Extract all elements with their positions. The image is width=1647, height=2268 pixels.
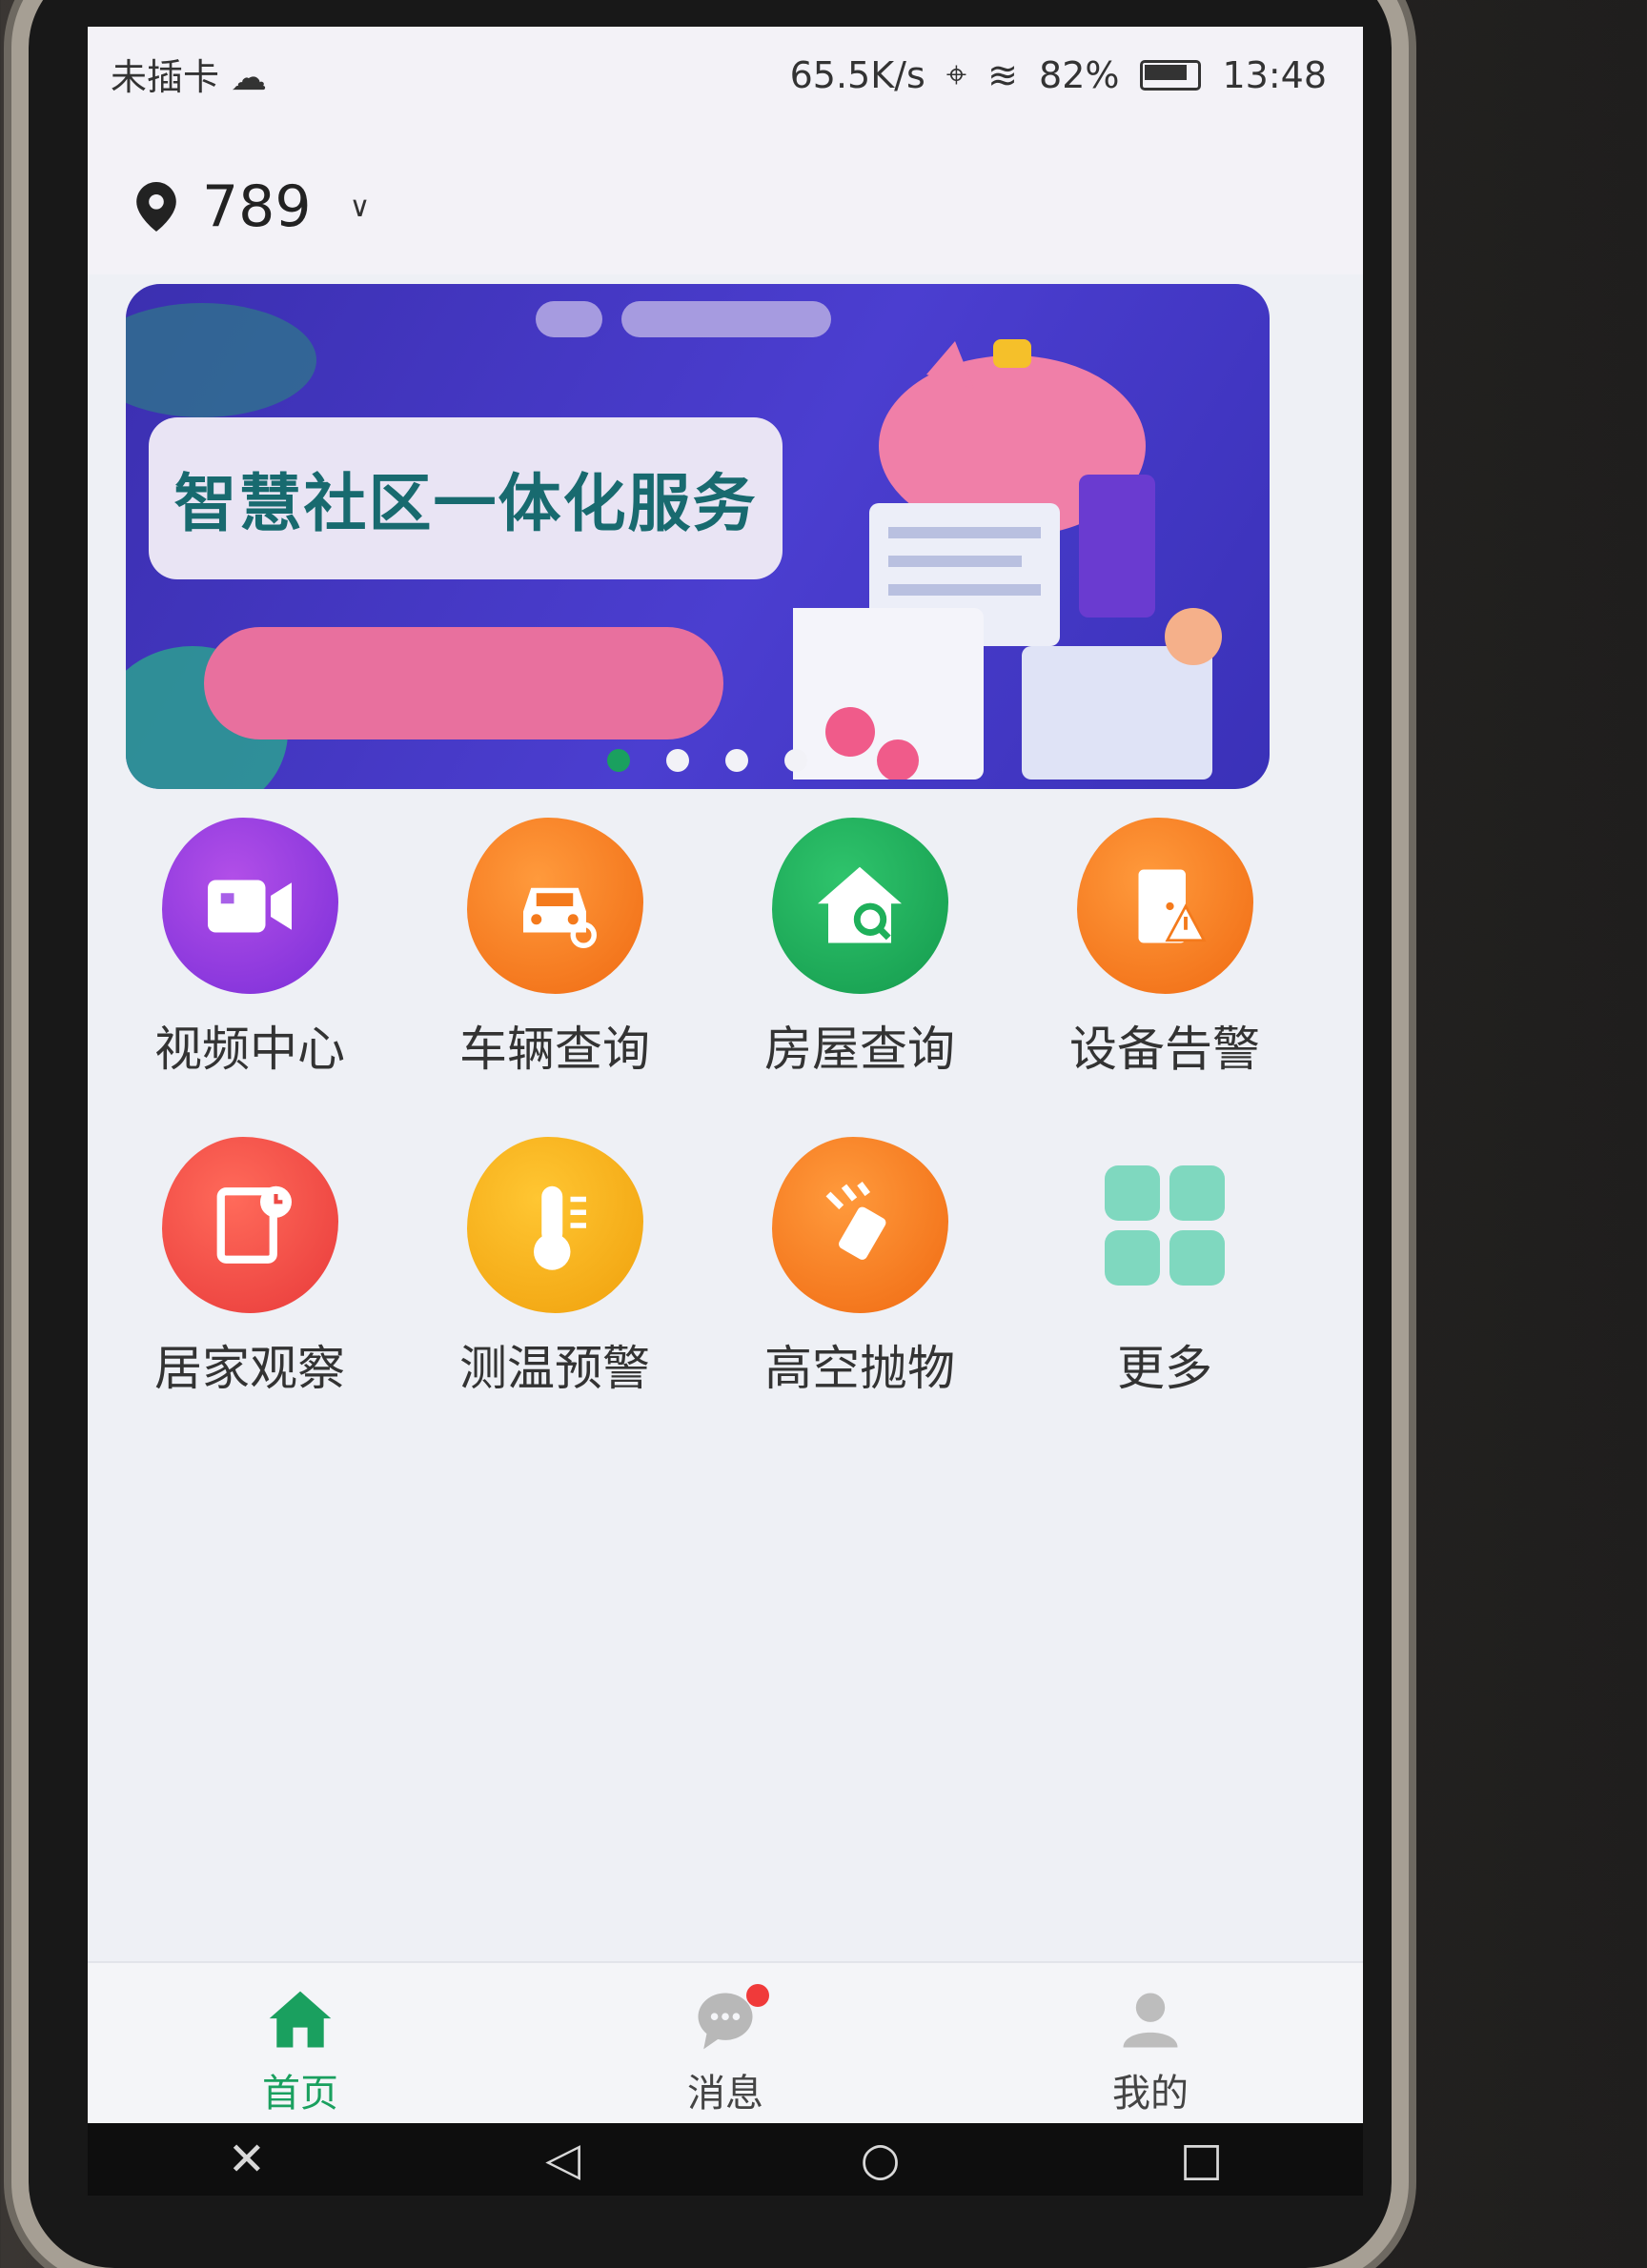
carousel-dot[interactable] (666, 749, 689, 772)
cloud-icon: ☁ (231, 56, 268, 98)
device-alarm-icon (1076, 818, 1253, 994)
service-label: 房屋查询 (764, 1022, 955, 1077)
service-house-query[interactable]: 房屋查询 (717, 818, 1003, 1080)
carousel-dot[interactable] (607, 749, 630, 772)
service-falling-object[interactable]: 高空抛物 (717, 1137, 1003, 1399)
tab-label: 我的 (1112, 2072, 1189, 2116)
tab-home[interactable]: 首页 (157, 1963, 443, 2123)
service-more[interactable]: 更多 (1022, 1137, 1308, 1399)
service-grid: 视频中心 车辆查询 房屋查询 设备告警 居家观察 测温预警 高空抛物 更多 (107, 818, 1308, 1456)
phone-screen: 未插卡 ☁ 65.5K/s ⌖ ≋ 82% 13:48 789 ∨ 智慧社区一体… (88, 27, 1363, 2123)
clock: 13:48 (1222, 53, 1327, 96)
location-selector[interactable]: 789 ∨ (135, 173, 371, 240)
service-label: 更多 (1117, 1341, 1212, 1396)
back-icon[interactable]: ◁ (545, 2133, 580, 2186)
service-label: 设备告警 (1069, 1022, 1260, 1077)
recents-icon[interactable]: □ (1180, 2133, 1223, 2186)
service-label: 居家观察 (154, 1341, 345, 1396)
wifi-icon: ≋ (987, 53, 1019, 96)
status-left: 未插卡 ☁ (111, 48, 267, 100)
battery-percent: 82% (1039, 53, 1120, 96)
car-search-icon (466, 818, 643, 994)
hide-keyboard-icon[interactable]: ✕ (228, 2133, 266, 2186)
service-home-observe[interactable]: 居家观察 (107, 1137, 393, 1399)
location-status-icon: ⌖ (946, 53, 967, 95)
status-bar: 未插卡 ☁ 65.5K/s ⌖ ≋ 82% 13:48 (88, 27, 1363, 132)
location-bar: 789 ∨ (88, 132, 1363, 274)
service-label: 车辆查询 (459, 1022, 650, 1077)
carousel-dot[interactable] (725, 749, 748, 772)
banner-action-pill (204, 627, 723, 739)
thermometer-icon (466, 1137, 643, 1313)
tab-label: 首页 (262, 2072, 338, 2116)
home-icon (269, 1991, 332, 2048)
service-row: 居家观察 测温预警 高空抛物 更多 (107, 1137, 1308, 1399)
status-right: 65.5K/s ⌖ ≋ 82% 13:48 (790, 53, 1327, 96)
banner-decor-pills (536, 301, 831, 337)
service-device-alarm[interactable]: 设备告警 (1022, 818, 1308, 1080)
service-label: 测温预警 (459, 1341, 650, 1396)
chevron-down-icon: ∨ (349, 190, 371, 224)
battery-icon (1140, 59, 1202, 91)
unread-badge (746, 1984, 769, 2007)
bottom-tab-bar: 首页 消息 我的 (88, 1961, 1363, 2123)
service-label: 视频中心 (154, 1022, 345, 1077)
system-navigation-bar: ✕ ◁ ○ □ (88, 2123, 1363, 2196)
service-row: 视频中心 车辆查询 房屋查询 设备告警 (107, 818, 1308, 1080)
tab-label: 消息 (687, 2072, 763, 2116)
tab-mine[interactable]: 我的 (1007, 1963, 1293, 2123)
banner-title-box: 智慧社区一体化服务 (149, 417, 783, 579)
service-temperature-alert[interactable]: 测温预警 (412, 1137, 698, 1399)
falling-object-icon (771, 1137, 948, 1313)
house-search-icon (771, 818, 948, 994)
user-icon (1123, 1993, 1178, 2048)
piggy-bank-illustration (793, 339, 1222, 780)
tab-messages[interactable]: 消息 (582, 1963, 868, 2123)
network-speed: 65.5K/s (789, 53, 925, 96)
video-icon (161, 818, 338, 994)
carousel-indicators (607, 749, 807, 772)
carousel-dot[interactable] (784, 749, 807, 772)
location-pin-icon (136, 182, 176, 232)
service-video-center[interactable]: 视频中心 (107, 818, 393, 1080)
carrier-text: 未插卡 (111, 56, 220, 98)
banner-carousel[interactable]: 智慧社区一体化服务 (126, 284, 1270, 789)
service-vehicle-query[interactable]: 车辆查询 (412, 818, 698, 1080)
more-grid-icon (1077, 1137, 1253, 1313)
home-observe-icon (161, 1137, 338, 1313)
home-circle-icon[interactable]: ○ (861, 2133, 901, 2186)
banner-title: 智慧社区一体化服务 (173, 467, 758, 540)
location-value: 789 (202, 173, 312, 240)
service-label: 高空抛物 (764, 1341, 955, 1396)
